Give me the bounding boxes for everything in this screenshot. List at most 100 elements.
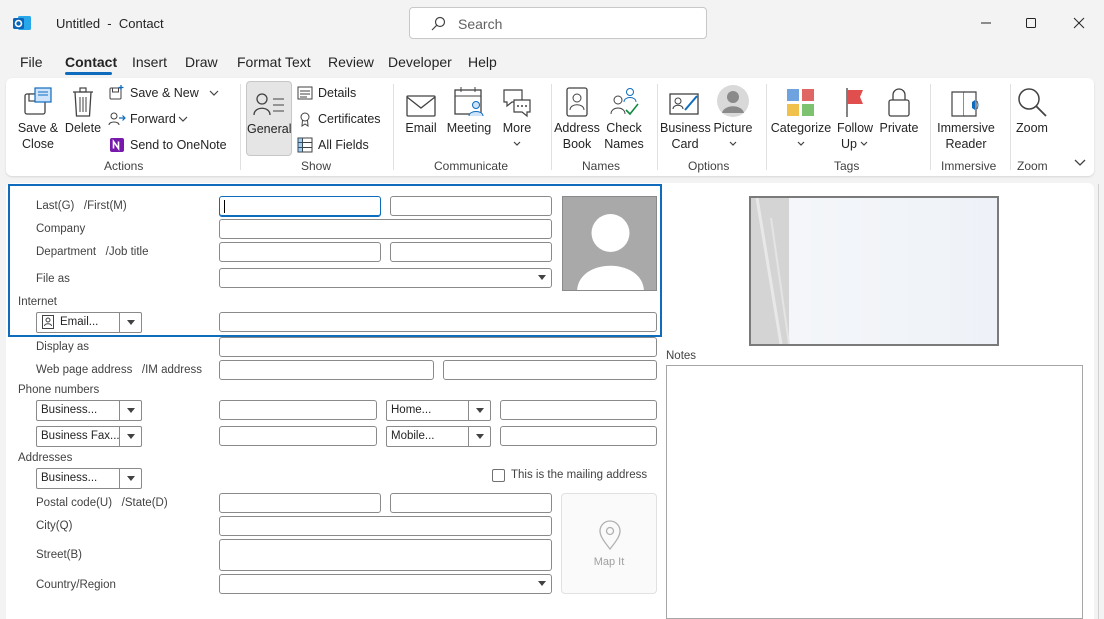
- mailing-address-checkbox[interactable]: [492, 469, 505, 482]
- more-label: More: [502, 121, 532, 135]
- card-preview-image: [751, 197, 790, 345]
- flag-icon: [846, 88, 863, 117]
- group-label-immersive: Immersive: [941, 159, 997, 173]
- business-phone-dropdown[interactable]: Business...: [36, 400, 142, 421]
- display-as-field[interactable]: [219, 337, 657, 357]
- chevron-down-icon: [209, 90, 219, 96]
- all-fields-icon: [297, 137, 313, 153]
- group-separator: [1010, 84, 1011, 170]
- immersive-reader-button[interactable]: Immersive Reader: [934, 82, 998, 152]
- tab-draw[interactable]: Draw: [185, 54, 218, 70]
- details-icon: [297, 86, 313, 100]
- tab-insert[interactable]: Insert: [132, 54, 167, 70]
- im-address-field[interactable]: [443, 360, 657, 380]
- web-im-label: Web page address /IM address: [36, 364, 202, 376]
- mobile-phone-dropdown[interactable]: Mobile...: [386, 426, 491, 447]
- tab-contact[interactable]: Contact: [65, 54, 117, 70]
- address-type-dropdown[interactable]: Business...: [36, 468, 142, 489]
- maximize-button[interactable]: [1008, 8, 1054, 38]
- business-phone-field[interactable]: [219, 400, 377, 420]
- save-close-label-1: Save &: [17, 121, 59, 135]
- general-button[interactable]: General: [246, 81, 292, 156]
- business-card-label-1: Business: [660, 121, 711, 135]
- follow-up-button[interactable]: Follow Up: [834, 82, 876, 152]
- meeting-button[interactable]: Meeting: [444, 82, 494, 136]
- send-to-onenote-button[interactable]: Send to OneNote: [108, 136, 227, 154]
- postal-code-field[interactable]: [219, 493, 381, 513]
- check-names-button[interactable]: Check Names: [602, 82, 646, 152]
- zoom-button[interactable]: Zoom: [1012, 82, 1052, 136]
- business-card-preview[interactable]: [749, 196, 999, 346]
- save-new-icon: [109, 85, 124, 100]
- group-label-show: Show: [301, 159, 332, 173]
- tab-format-text[interactable]: Format Text: [237, 54, 311, 70]
- certificates-button[interactable]: Certificates: [296, 110, 381, 128]
- immersive-reader-label-1: Immersive: [937, 121, 995, 135]
- details-button[interactable]: Details: [296, 84, 356, 102]
- delete-label: Delete: [64, 121, 102, 135]
- chevron-down-icon: [119, 427, 141, 446]
- home-phone-field[interactable]: [500, 400, 657, 420]
- map-it-button[interactable]: Map It: [561, 493, 657, 594]
- business-fax-dropdown[interactable]: Business Fax...: [36, 426, 142, 447]
- search-input[interactable]: Search: [409, 7, 707, 39]
- immersive-reader-icon: [951, 91, 979, 117]
- picture-icon: [717, 85, 749, 117]
- forward-label: Forward: [130, 112, 176, 126]
- minimize-button[interactable]: [963, 8, 1009, 38]
- business-phone-label: Business...: [41, 404, 98, 416]
- country-label: Country/Region: [36, 579, 116, 591]
- chevron-down-icon: [797, 141, 805, 146]
- chevron-down-icon: [468, 401, 490, 420]
- group-separator: [393, 84, 394, 170]
- display-as-label: Display as: [36, 341, 90, 353]
- maximize-icon: [1026, 18, 1036, 28]
- addresses-label: Addresses: [18, 452, 73, 464]
- group-separator: [551, 84, 552, 170]
- outlook-app-icon: [13, 16, 31, 30]
- search-icon: [431, 16, 446, 31]
- categorize-icon: [787, 89, 814, 116]
- tab-help[interactable]: Help: [468, 54, 497, 70]
- map-it-label: Map It: [593, 556, 625, 568]
- notes-textarea[interactable]: [666, 365, 1083, 619]
- picture-button[interactable]: Picture: [712, 82, 754, 152]
- check-names-label-2: Names: [604, 137, 644, 151]
- business-card-button[interactable]: Business Card: [660, 82, 711, 152]
- ribbon: Save & Close Delete Save & New Forward S…: [6, 78, 1094, 176]
- categorize-button[interactable]: Categorize: [770, 82, 832, 152]
- ribbon-collapse-icon[interactable]: [1074, 158, 1086, 168]
- immersive-reader-label-2: Reader: [945, 137, 987, 151]
- save-close-button[interactable]: Save & Close: [14, 82, 62, 152]
- form-scrollbar[interactable]: [1098, 184, 1099, 619]
- email-button[interactable]: Email: [402, 82, 440, 136]
- meeting-icon: [454, 87, 484, 117]
- address-book-button[interactable]: Address Book: [554, 82, 600, 152]
- forward-button[interactable]: Forward: [108, 110, 188, 128]
- chevron-down-icon: [513, 141, 521, 146]
- save-new-button[interactable]: Save & New: [108, 84, 219, 102]
- group-label-names: Names: [582, 159, 621, 173]
- private-button[interactable]: Private: [878, 82, 920, 136]
- state-field[interactable]: [390, 493, 552, 513]
- tab-file[interactable]: File: [20, 54, 43, 70]
- web-page-field[interactable]: [219, 360, 434, 380]
- onenote-icon: [110, 138, 124, 152]
- delete-button[interactable]: Delete: [64, 82, 102, 136]
- close-button[interactable]: [1056, 8, 1102, 38]
- city-field[interactable]: [219, 516, 552, 536]
- general-label: General: [247, 122, 292, 136]
- all-fields-button[interactable]: All Fields: [296, 136, 369, 154]
- mobile-phone-field[interactable]: [500, 426, 657, 446]
- more-button[interactable]: More: [498, 82, 536, 152]
- notes-label: Notes: [666, 350, 697, 362]
- street-field[interactable]: [219, 539, 552, 571]
- tab-review[interactable]: Review: [328, 54, 374, 70]
- country-combobox[interactable]: [219, 574, 552, 594]
- meeting-label: Meeting: [446, 121, 492, 135]
- home-phone-dropdown[interactable]: Home...: [386, 400, 491, 421]
- postal-state-label: Postal code(U) /State(D): [36, 497, 168, 509]
- group-separator: [240, 84, 241, 170]
- tab-developer[interactable]: Developer: [388, 54, 452, 70]
- business-fax-field[interactable]: [219, 426, 377, 446]
